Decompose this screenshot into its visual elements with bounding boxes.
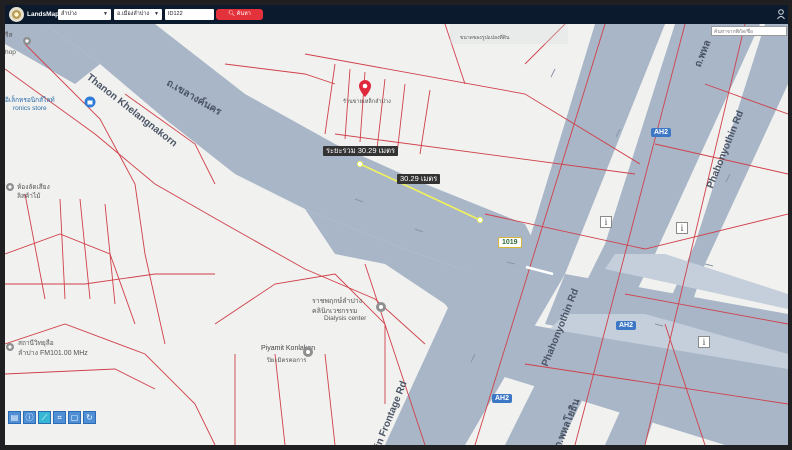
radio-pin-icon bbox=[6, 343, 14, 351]
poi-electronics-en: ronics store bbox=[13, 105, 47, 112]
map-hover-tooltip: ขนาดของรูปแปลงที่ดิน bbox=[450, 24, 568, 44]
browser-frame: LandsMaps ลำปาง ▼ อ.เมืองลำปาง ▼ ID122 🔍… bbox=[0, 0, 792, 450]
crop-tool-button[interactable]: ⌗ bbox=[53, 411, 66, 424]
parcel-id-input[interactable]: ID122 bbox=[165, 9, 214, 20]
layers-icon: ▤ bbox=[10, 413, 19, 422]
measure-tool-button[interactable]: ⟋ bbox=[38, 411, 51, 424]
crop-icon: ⌗ bbox=[57, 412, 62, 422]
parcel-id-value: ID122 bbox=[168, 11, 183, 17]
info-circle-icon: ⓘ bbox=[25, 413, 34, 422]
route-shield-ah2-top: AH2 bbox=[651, 128, 672, 137]
chevron-down-icon: ▼ bbox=[103, 11, 108, 17]
measure-start-point[interactable] bbox=[357, 161, 363, 167]
map-base-layer bbox=[5, 24, 788, 445]
poi-electronics-thai: อิเล็กทรอนิกส์ไลท์ bbox=[5, 97, 55, 104]
frame-icon: ▢ bbox=[70, 413, 79, 422]
info-icon: i bbox=[676, 222, 688, 234]
marker-label: ร้านขายเหล็กลำปาง bbox=[343, 99, 391, 105]
poi-dialysis-en: Dialysis center bbox=[324, 315, 367, 322]
poi-shop-line2: hop bbox=[5, 49, 16, 56]
district-select-value: อ.เมืองลำปาง bbox=[117, 11, 150, 17]
map-tools: ▤ ⓘ ⟋ ⌗ ▢ ↻ bbox=[8, 411, 96, 424]
chevron-down-icon: ▼ bbox=[154, 11, 159, 17]
refresh-icon: ↻ bbox=[86, 413, 93, 422]
info-tool-button[interactable]: ⓘ bbox=[23, 411, 36, 424]
app-logo[interactable]: LandsMaps bbox=[9, 7, 63, 22]
user-icon[interactable] bbox=[777, 8, 785, 20]
poi-shop-line1: รีส bbox=[5, 32, 13, 39]
logo-emblem-icon bbox=[9, 7, 24, 22]
shop-pin-icon bbox=[23, 37, 31, 45]
district-select[interactable]: อ.เมืองลำปาง ▼ bbox=[114, 9, 162, 20]
refresh-tool-button[interactable]: ↻ bbox=[83, 411, 96, 424]
coordinate-search-input[interactable]: ค้นหาจากพิกัด/ชื่อ bbox=[711, 26, 787, 36]
medical-pin-icon bbox=[376, 302, 386, 312]
info-icon: i bbox=[698, 336, 710, 348]
poi-pin-icon bbox=[6, 183, 14, 191]
ruler-icon: ⟋ bbox=[41, 412, 48, 422]
frame-tool-button[interactable]: ▢ bbox=[68, 411, 81, 424]
measure-end-point[interactable] bbox=[477, 217, 483, 223]
route-shield-ah2-mid: AH2 bbox=[616, 321, 637, 330]
search-icon: 🔍︎ bbox=[228, 11, 236, 17]
search-button-label: ค้นหา bbox=[236, 11, 251, 17]
top-toolbar: LandsMaps ลำปาง ▼ อ.เมืองลำปาง ▼ ID122 🔍… bbox=[5, 5, 788, 24]
info-icon: i bbox=[600, 216, 612, 228]
measure-segment-label: 30.29 เมตร bbox=[397, 174, 441, 184]
shopping-bag-icon bbox=[84, 96, 96, 108]
province-select[interactable]: ลำปาง ▼ bbox=[58, 9, 111, 20]
province-select-value: ลำปาง bbox=[61, 11, 77, 17]
hover-tooltip-text: ขนาดของรูปแปลงที่ดิน bbox=[460, 35, 510, 41]
measure-total-label: ระยะรวม 30.29 เมตร bbox=[323, 146, 399, 156]
poi-pin-icon bbox=[303, 347, 313, 357]
poi-radio-thai: สถานีวิทยุลือ bbox=[18, 340, 54, 347]
poi-piyamit-thai: ปิยะมิตรคอการ bbox=[267, 358, 307, 364]
search-button[interactable]: 🔍︎ ค้นหา bbox=[216, 9, 263, 20]
poi-radio-en: ลำปาง FM101.00 MHz bbox=[18, 350, 88, 357]
route-shield-1019: 1019 bbox=[498, 237, 522, 248]
poi-wood-thai-2: ลิสค้าไม้ bbox=[17, 193, 41, 200]
map-canvas[interactable]: ร้านขายเหล็กลำปาง Thanon Khelangnakorn ถ… bbox=[5, 24, 788, 445]
layers-tool-button[interactable]: ▤ bbox=[8, 411, 21, 424]
route-shield-ah2-bottom: AH2 bbox=[492, 394, 513, 403]
location-marker-icon[interactable] bbox=[359, 80, 371, 97]
